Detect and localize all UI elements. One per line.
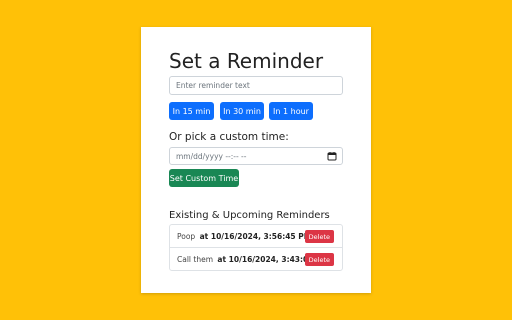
set-custom-time-button[interactable]: Set Custom Time	[169, 169, 239, 187]
list-item: Call them at 10/16/2024, 3:43:00 PM Dele…	[170, 247, 342, 270]
delete-button[interactable]: Delete	[304, 253, 334, 266]
reminders-list: Poop at 10/16/2024, 3:56:45 PM Delete Ca…	[169, 224, 343, 271]
reminder-text: Call them	[177, 254, 213, 264]
reminders-heading: Existing & Upcoming Reminders	[169, 210, 330, 221]
in-30-min-button[interactable]: In 30 min	[220, 102, 264, 120]
in-1-hour-button[interactable]: In 1 hour	[269, 102, 313, 120]
delete-button[interactable]: Delete	[304, 230, 334, 243]
datetime-placeholder: mm/dd/yyyy --:-- --	[176, 152, 247, 161]
page-title: Set a Reminder	[169, 49, 324, 73]
reminder-time: at 10/16/2024, 3:56:45 PM	[199, 231, 312, 241]
custom-time-label: Or pick a custom time:	[169, 131, 289, 143]
reminder-card: Set a Reminder In 15 min In 30 min In 1 …	[141, 27, 371, 293]
in-15-min-button[interactable]: In 15 min	[169, 102, 214, 120]
calendar-icon[interactable]	[327, 151, 337, 161]
reminder-text-input[interactable]	[169, 76, 343, 95]
list-item: Poop at 10/16/2024, 3:56:45 PM Delete	[170, 225, 342, 247]
reminder-text: Poop	[177, 231, 196, 241]
custom-datetime-input[interactable]: mm/dd/yyyy --:-- --	[169, 147, 343, 165]
